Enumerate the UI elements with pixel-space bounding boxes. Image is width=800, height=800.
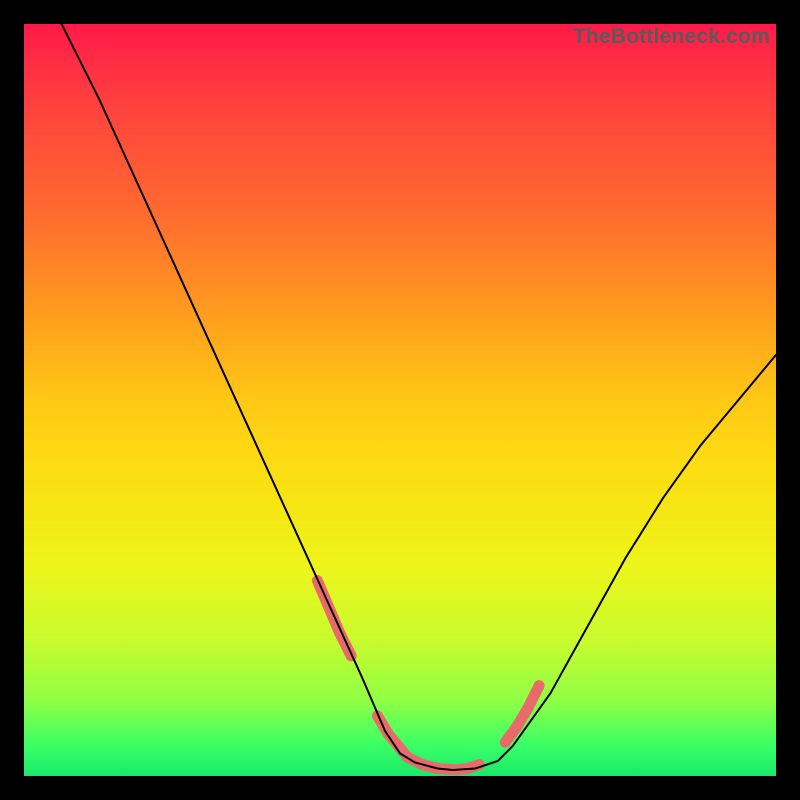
chart-frame: TheBottleneck.com xyxy=(0,0,800,800)
chart-svg xyxy=(24,24,776,776)
plot-area: TheBottleneck.com xyxy=(24,24,776,776)
attribution-text: TheBottleneck.com xyxy=(573,26,770,47)
marker-layer xyxy=(317,581,539,771)
bottleneck-curve xyxy=(62,24,776,770)
